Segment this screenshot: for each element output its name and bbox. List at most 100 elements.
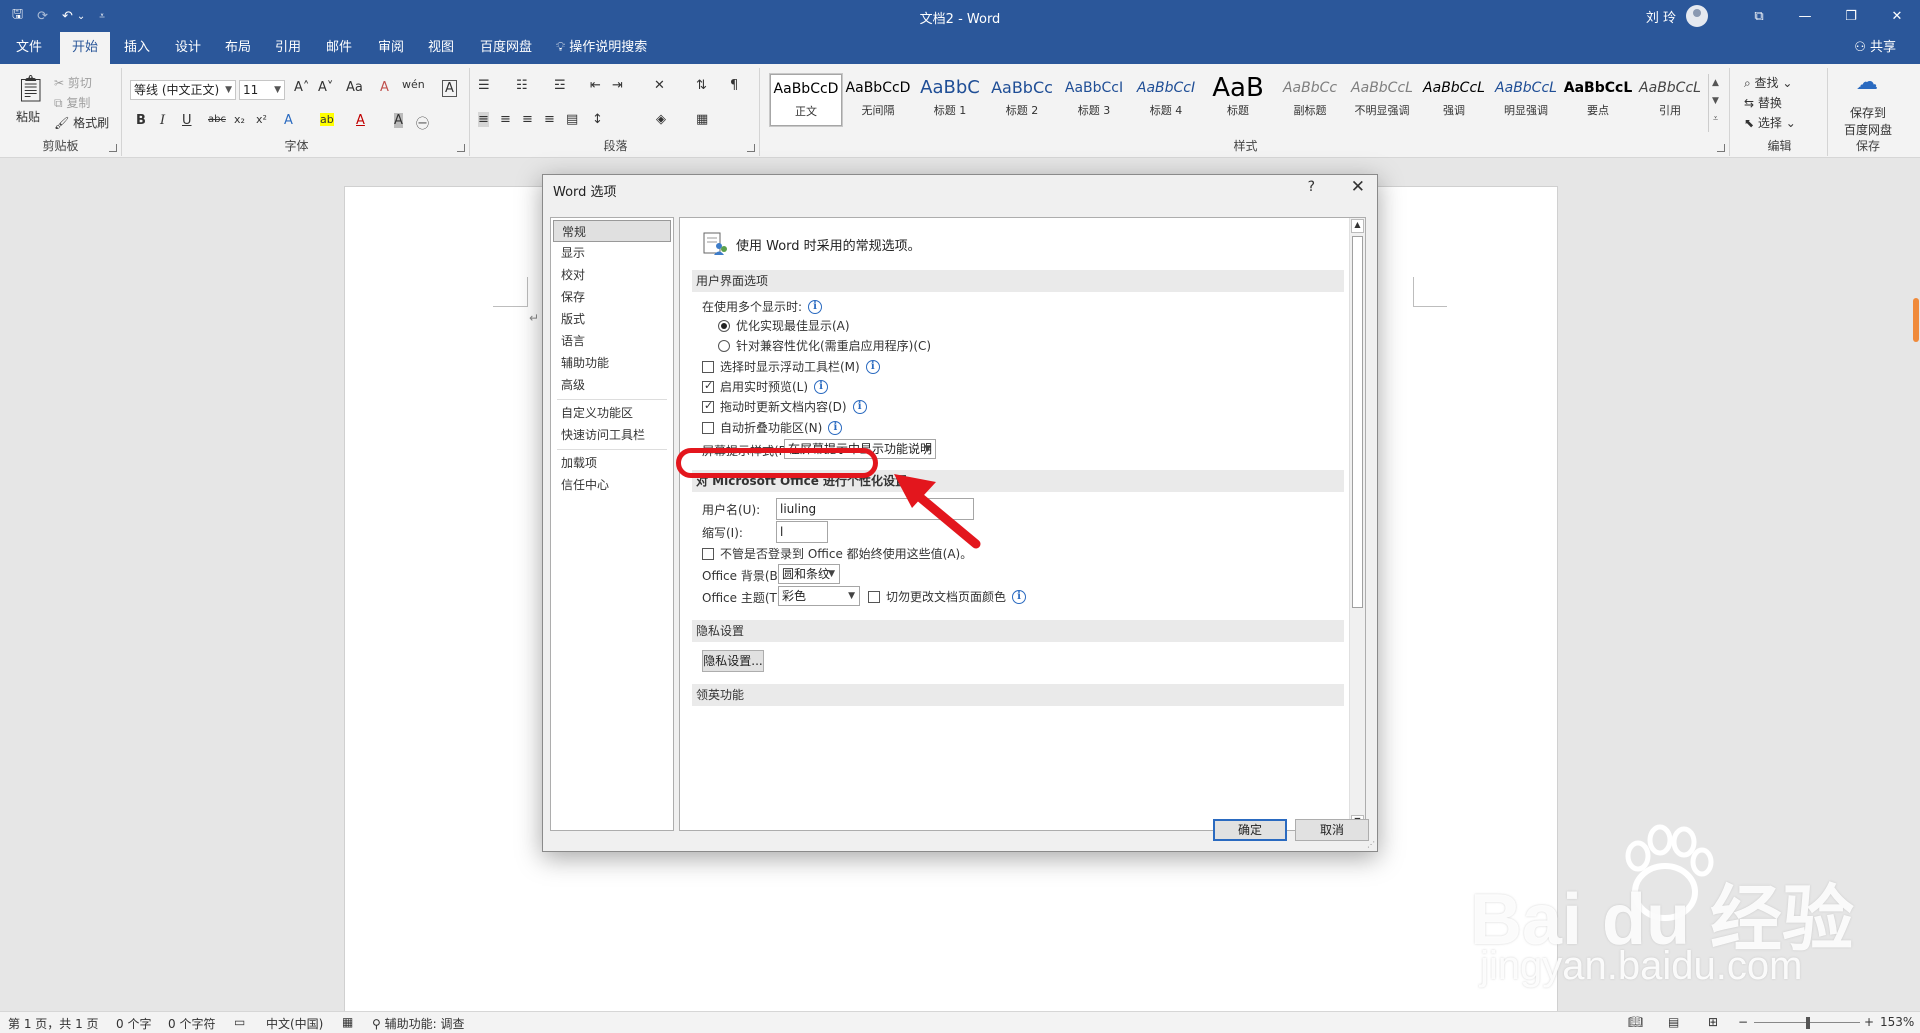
scroll-up-icon[interactable]: ▲ xyxy=(1351,219,1364,233)
style-item[interactable]: AaBbCc 标题 2 xyxy=(986,74,1058,126)
user-name[interactable]: 刘 玲 xyxy=(1646,7,1676,26)
style-item[interactable]: AaBbC 标题 1 xyxy=(914,74,986,126)
find-button[interactable]: ⌕ 查找 ⌄ xyxy=(1744,74,1792,91)
styles-launcher-icon[interactable] xyxy=(1717,144,1725,152)
nav-item-advanced[interactable]: 高级 xyxy=(553,374,671,396)
office-background-select[interactable]: 圆和条纹 ▼ xyxy=(778,564,840,584)
collapse-ribbon-checkbox[interactable]: 自动折叠功能区(N) i xyxy=(702,419,843,436)
style-gallery-scroll[interactable]: ▲ ▼ ⩡ xyxy=(1708,74,1722,132)
character-border-button[interactable]: A xyxy=(442,80,457,97)
live-preview-checkbox[interactable]: 启用实时预览(L)i xyxy=(702,378,829,395)
mini-toolbar-checkbox[interactable]: 选择时显示浮动工具栏(M) i xyxy=(702,358,880,375)
accessibility-status[interactable]: ⚲ 辅助功能: 调查 xyxy=(372,1015,464,1032)
font-color-button[interactable]: A xyxy=(356,113,365,128)
superscript-button[interactable]: x² xyxy=(256,113,267,126)
drag-update-checkbox[interactable]: 拖动时更新文档内容(D)i xyxy=(702,398,867,415)
style-item[interactable]: AaBbCcI 标题 4 xyxy=(1130,74,1202,126)
font-name-select[interactable]: 等线 (中文正文) ▼ xyxy=(130,80,236,100)
tab-baidu-netdisk[interactable]: 百度网盘 xyxy=(468,32,544,64)
close-button[interactable]: ✕ xyxy=(1874,9,1920,24)
numbering-icon[interactable]: ☷ xyxy=(516,78,528,93)
nav-item-quick-access-toolbar[interactable]: 快速访问工具栏 xyxy=(553,424,671,446)
highlight-button[interactable]: ab xyxy=(320,113,334,126)
radio-button[interactable] xyxy=(718,339,730,352)
help-button[interactable]: ? xyxy=(1308,179,1315,195)
select-button[interactable]: ⬉ 选择 ⌄ xyxy=(1744,114,1796,131)
grow-font-button[interactable]: A˄ xyxy=(294,80,309,95)
checkbox[interactable] xyxy=(868,590,880,603)
line-spacing-icon[interactable]: ↕ xyxy=(592,112,603,127)
shading-icon[interactable]: ◈ xyxy=(656,112,666,127)
paste-button[interactable]: 粘贴 xyxy=(16,108,40,125)
font-launcher-icon[interactable] xyxy=(457,144,465,152)
checkbox[interactable] xyxy=(702,379,714,393)
italic-button[interactable]: I xyxy=(160,113,165,128)
never-change-page-color-checkbox[interactable]: 切勿更改文档页面颜色 i xyxy=(868,588,1027,605)
style-item[interactable]: AaBbCcL 要点 xyxy=(1562,74,1634,126)
language-indicator[interactable]: 中文(中国) xyxy=(266,1015,323,1032)
subscript-button[interactable]: x₂ xyxy=(234,113,245,126)
nav-item-language[interactable]: 语言 xyxy=(553,330,671,352)
avatar[interactable] xyxy=(1686,5,1708,27)
nav-item-trust-center[interactable]: 信任中心 xyxy=(553,474,671,496)
dialog-close-button[interactable]: ✕ xyxy=(1351,177,1365,197)
restore-button[interactable]: ❐ xyxy=(1828,9,1874,24)
increase-indent-icon[interactable]: ⇥ xyxy=(612,78,623,93)
font-size-select[interactable]: 11 ▼ xyxy=(239,80,285,100)
info-icon[interactable]: i xyxy=(814,379,829,394)
cloud-icon[interactable]: ☁ xyxy=(1856,70,1878,95)
style-item[interactable]: AaBbCc 副标题 xyxy=(1274,74,1346,126)
replace-button[interactable]: ⇆ 替换 xyxy=(1744,94,1782,111)
tab-design[interactable]: 设计 xyxy=(163,32,213,64)
tab-mailings[interactable]: 邮件 xyxy=(314,32,364,64)
style-item[interactable]: AaBbCcD 无间隔 xyxy=(842,74,914,126)
tab-references[interactable]: 引用 xyxy=(263,32,313,64)
enclose-characters-button[interactable]: ㊀ xyxy=(416,113,429,132)
checkbox[interactable] xyxy=(702,421,714,434)
nav-item-accessibility[interactable]: 辅助功能 xyxy=(553,352,671,374)
nav-item-proofing[interactable]: 校对 xyxy=(553,264,671,286)
radio-button[interactable] xyxy=(718,319,730,332)
align-center-icon[interactable]: ≡ xyxy=(500,112,511,127)
ribbon-display-options-icon[interactable]: ⧉ xyxy=(1736,9,1782,24)
macro-icon[interactable]: ▦ xyxy=(342,1015,353,1029)
nav-item-layout[interactable]: 版式 xyxy=(553,308,671,330)
proofing-icon[interactable]: ▭ xyxy=(234,1015,245,1029)
zoom-in-button[interactable]: + xyxy=(1864,1015,1874,1029)
phonetic-guide-button[interactable]: wén xyxy=(402,78,425,91)
privacy-settings-button[interactable]: 隐私设置... xyxy=(702,650,764,672)
tab-file[interactable]: 文件 xyxy=(4,32,54,64)
username-field[interactable]: liuling xyxy=(776,498,974,520)
resize-grip-icon[interactable]: ⋰ xyxy=(1367,840,1375,849)
tab-review[interactable]: 审阅 xyxy=(366,32,416,64)
always-use-checkbox[interactable]: 不管是否登录到 Office 都始终使用这些值(A)。 xyxy=(702,545,972,562)
print-layout-icon[interactable]: ▤ xyxy=(1668,1015,1679,1029)
info-icon[interactable]: i xyxy=(1012,589,1027,604)
info-icon[interactable]: i xyxy=(808,299,823,314)
optimize-compat-radio[interactable]: 针对兼容性优化(需重启应用程序)(C) xyxy=(718,337,931,354)
word-count[interactable]: 0 个字 xyxy=(116,1015,151,1032)
clipboard-launcher-icon[interactable] xyxy=(109,144,117,152)
nav-item-save[interactable]: 保存 xyxy=(553,286,671,308)
cut-button[interactable]: ✂ 剪切 xyxy=(54,74,92,91)
decrease-indent-icon[interactable]: ⇤ xyxy=(590,78,601,93)
style-item[interactable]: AaBbCcL 强调 xyxy=(1418,74,1490,126)
align-right-icon[interactable]: ≡ xyxy=(522,112,533,127)
multilevel-list-icon[interactable]: ☲ xyxy=(554,78,566,93)
tab-home[interactable]: 开始 xyxy=(60,32,111,64)
tab-layout[interactable]: 布局 xyxy=(213,32,263,64)
options-scroll-thumb[interactable] xyxy=(1352,236,1363,608)
nav-item-general[interactable]: 常规 xyxy=(553,220,671,242)
character-shading-button[interactable]: A xyxy=(394,113,403,128)
initials-field[interactable]: l xyxy=(776,521,828,543)
zoom-level[interactable]: 153% xyxy=(1880,1015,1914,1029)
nav-item-display[interactable]: 显示 xyxy=(553,242,671,264)
align-left-icon[interactable]: ≡ xyxy=(478,112,489,127)
style-item[interactable]: AaB 标题 xyxy=(1202,74,1274,126)
shrink-font-button[interactable]: A˅ xyxy=(318,80,333,95)
checkbox[interactable] xyxy=(702,547,714,560)
zoom-out-button[interactable]: − xyxy=(1738,1015,1748,1029)
style-item[interactable]: AaBbCcL 不明显强调 xyxy=(1346,74,1418,126)
tell-me-search[interactable]: 💡︎ 操作说明搜索 xyxy=(556,32,647,64)
save-to-baidu-button[interactable]: 保存到 百度网盘 xyxy=(1836,104,1900,138)
